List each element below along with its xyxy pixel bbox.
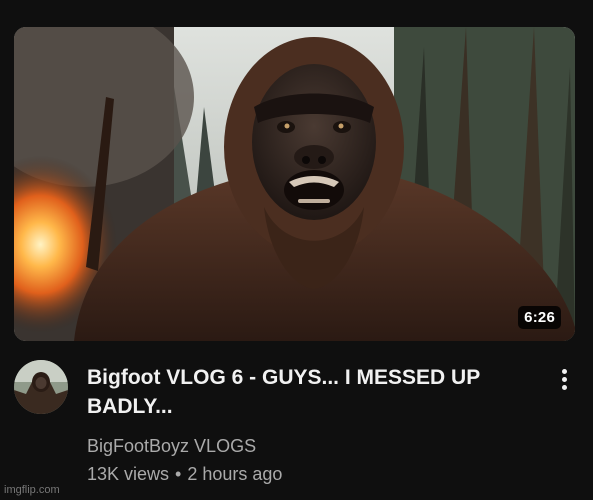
separator-dot: • (175, 464, 182, 484)
kebab-dot (561, 377, 567, 382)
video-duration-badge: 6:26 (518, 306, 561, 329)
video-thumbnail[interactable]: 6:26 (14, 27, 575, 341)
kebab-dot (561, 385, 567, 390)
upload-age: 2 hours ago (187, 464, 283, 484)
view-count: 13K views (87, 464, 170, 484)
watermark: imgflip.com (4, 484, 60, 496)
kebab-dot (561, 369, 567, 374)
thumbnail-image (14, 27, 575, 341)
video-title[interactable]: Bigfoot VLOG 6 - GUYS... I MESSED UP BAD… (87, 363, 527, 421)
video-stats: 13K views • 2 hours ago (87, 463, 527, 485)
channel-name[interactable]: BigFootBoyz VLOGS (87, 435, 527, 457)
kebab-menu-icon[interactable] (552, 366, 576, 394)
video-card: 6:26 Bigfoot VLOG 6 - GUYS... I MESSED U… (0, 0, 593, 500)
avatar-image (14, 360, 68, 414)
channel-avatar[interactable] (14, 360, 68, 414)
video-metadata: Bigfoot VLOG 6 - GUYS... I MESSED UP BAD… (87, 363, 527, 485)
